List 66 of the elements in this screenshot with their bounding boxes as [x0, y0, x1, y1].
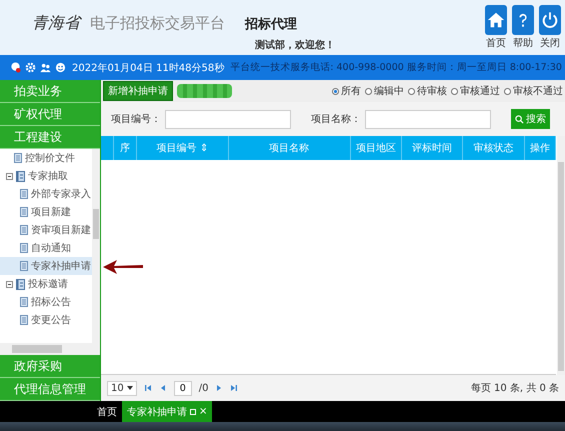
- field-label: 项目编号：: [111, 112, 161, 126]
- book-icon: [16, 170, 25, 182]
- horizontal-scrollbar[interactable]: [0, 343, 100, 355]
- page-number-field[interactable]: 0: [174, 380, 192, 396]
- header-button-label[interactable]: 首页: [486, 36, 506, 50]
- document-icon: [20, 297, 28, 307]
- power-icon[interactable]: [539, 5, 561, 35]
- tree-item[interactable]: 专家抽取: [0, 167, 92, 185]
- module-title: 招标代理: [245, 16, 297, 33]
- document-icon: [20, 207, 28, 217]
- page-tab[interactable]: 专家补抽申请 ×: [122, 401, 212, 422]
- last-page-icon[interactable]: [230, 384, 238, 392]
- status-filter-radio[interactable]: 审核不通过: [504, 84, 563, 98]
- help-icon[interactable]: [512, 5, 534, 35]
- first-page-icon[interactable]: [144, 384, 152, 392]
- home-icon[interactable]: [485, 5, 507, 35]
- settings-icon[interactable]: [25, 62, 36, 73]
- search-field[interactable]: [165, 110, 291, 128]
- status-filter-radio[interactable]: 编辑中: [365, 84, 404, 98]
- pager-summary: 每页 10 条, 共 0 条: [470, 382, 559, 395]
- welcome-text: 测试部，欢迎您！: [255, 38, 335, 52]
- datetime-text: 2022年01月04日 11时48分58秒: [72, 62, 224, 74]
- tree-item[interactable]: 招标公告: [0, 293, 92, 311]
- status-filter-radio[interactable]: 所有: [332, 84, 361, 98]
- status-filter-radio[interactable]: 审核通过: [451, 84, 500, 98]
- redaction-mark: [177, 84, 232, 98]
- vertical-scrollbar[interactable]: [92, 149, 100, 343]
- document-icon: [14, 153, 22, 163]
- tree-item[interactable]: 外部专家录入: [0, 185, 92, 203]
- selected-tree-item[interactable]: 专家补抽申请: [0, 257, 92, 275]
- search-icon[interactable]: [515, 114, 524, 124]
- collapse-toggle-icon[interactable]: [6, 172, 13, 180]
- platform-title: 电子招投标交易平台: [90, 14, 225, 33]
- collapse-toggle-icon[interactable]: [6, 280, 13, 288]
- next-page-icon[interactable]: [215, 384, 224, 392]
- document-icon: [20, 315, 28, 325]
- field-label: 项目名称：: [311, 113, 361, 126]
- search-field[interactable]: [365, 110, 491, 128]
- square-icon[interactable]: [190, 408, 196, 414]
- previous-page-icon[interactable]: [158, 384, 167, 392]
- page-size-select[interactable]: 10: [107, 380, 137, 396]
- tree-item[interactable]: 资审项目新建: [0, 221, 92, 239]
- users-icon[interactable]: [40, 62, 51, 73]
- tree-item[interactable]: 项目新建: [0, 203, 92, 221]
- document-icon: [20, 189, 28, 199]
- service-notice: 平台统一技术服务电话: 400-998-0000 服务时间：周一至周日 8:00-17:30: [230, 61, 562, 74]
- document-icon: [20, 243, 28, 253]
- page-tab[interactable]: 首页: [92, 401, 122, 422]
- header-button-label[interactable]: 帮助: [513, 36, 533, 50]
- document-icon: [20, 225, 28, 235]
- province-title: 青海省: [32, 13, 80, 34]
- add-request-button[interactable]: 新增补抽申请: [103, 81, 173, 101]
- total-pages: /0: [198, 382, 208, 394]
- message-icon[interactable]: [10, 62, 21, 73]
- status-filter-radio[interactable]: 待审核: [408, 84, 447, 98]
- smiley-icon[interactable]: [55, 62, 66, 73]
- close-tab-button[interactable]: ×: [199, 406, 208, 417]
- document-icon: [20, 261, 28, 271]
- tree-item[interactable]: 自动通知: [0, 239, 92, 257]
- annotation-arrow: [103, 260, 143, 274]
- tree-item[interactable]: 投标邀请: [0, 275, 92, 293]
- book-icon: [16, 278, 25, 290]
- tree-item[interactable]: 控制价文件: [0, 149, 92, 167]
- header-button-label[interactable]: 关闭: [540, 36, 560, 50]
- tree-item[interactable]: 变更公告: [0, 311, 92, 329]
- caret-icon[interactable]: [126, 386, 133, 390]
